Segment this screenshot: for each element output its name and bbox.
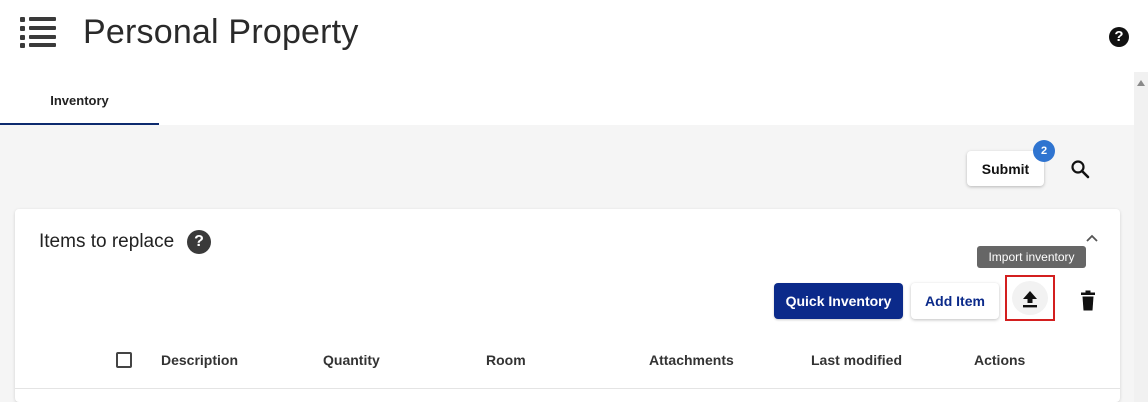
submit-count-badge: 2 bbox=[1033, 140, 1055, 162]
add-item-button[interactable]: Add Item bbox=[911, 283, 999, 319]
menu-icon[interactable] bbox=[20, 16, 60, 50]
trash-icon[interactable] bbox=[1078, 290, 1098, 312]
tab-inventory[interactable]: Inventory bbox=[0, 72, 159, 125]
import-tooltip: Import inventory bbox=[977, 246, 1086, 268]
scroll-up-arrow-icon[interactable] bbox=[1137, 80, 1145, 86]
column-header-actions: Actions bbox=[974, 352, 1026, 368]
column-header-attachments[interactable]: Attachments bbox=[649, 352, 734, 368]
page-title: Personal Property bbox=[83, 13, 359, 51]
help-icon[interactable]: ? bbox=[1109, 27, 1129, 47]
vertical-scrollbar[interactable] bbox=[1134, 72, 1148, 402]
submit-button[interactable]: Submit bbox=[967, 151, 1044, 186]
column-header-quantity[interactable]: Quantity bbox=[323, 352, 380, 368]
upload-icon bbox=[1012, 281, 1048, 315]
quick-inventory-button[interactable]: Quick Inventory bbox=[774, 283, 903, 319]
tab-inventory-label: Inventory bbox=[50, 93, 109, 108]
column-header-last-modified[interactable]: Last modified bbox=[811, 352, 902, 368]
section-title: Items to replace bbox=[39, 231, 175, 252]
import-inventory-button[interactable] bbox=[1005, 275, 1055, 321]
column-header-room[interactable]: Room bbox=[486, 352, 526, 368]
column-header-description[interactable]: Description bbox=[161, 352, 238, 368]
search-icon[interactable] bbox=[1068, 157, 1092, 181]
select-all-checkbox[interactable] bbox=[116, 352, 132, 368]
chevron-up-icon[interactable] bbox=[1083, 230, 1101, 246]
section-help-icon[interactable]: ? bbox=[187, 230, 211, 254]
table-header-divider bbox=[15, 388, 1120, 389]
